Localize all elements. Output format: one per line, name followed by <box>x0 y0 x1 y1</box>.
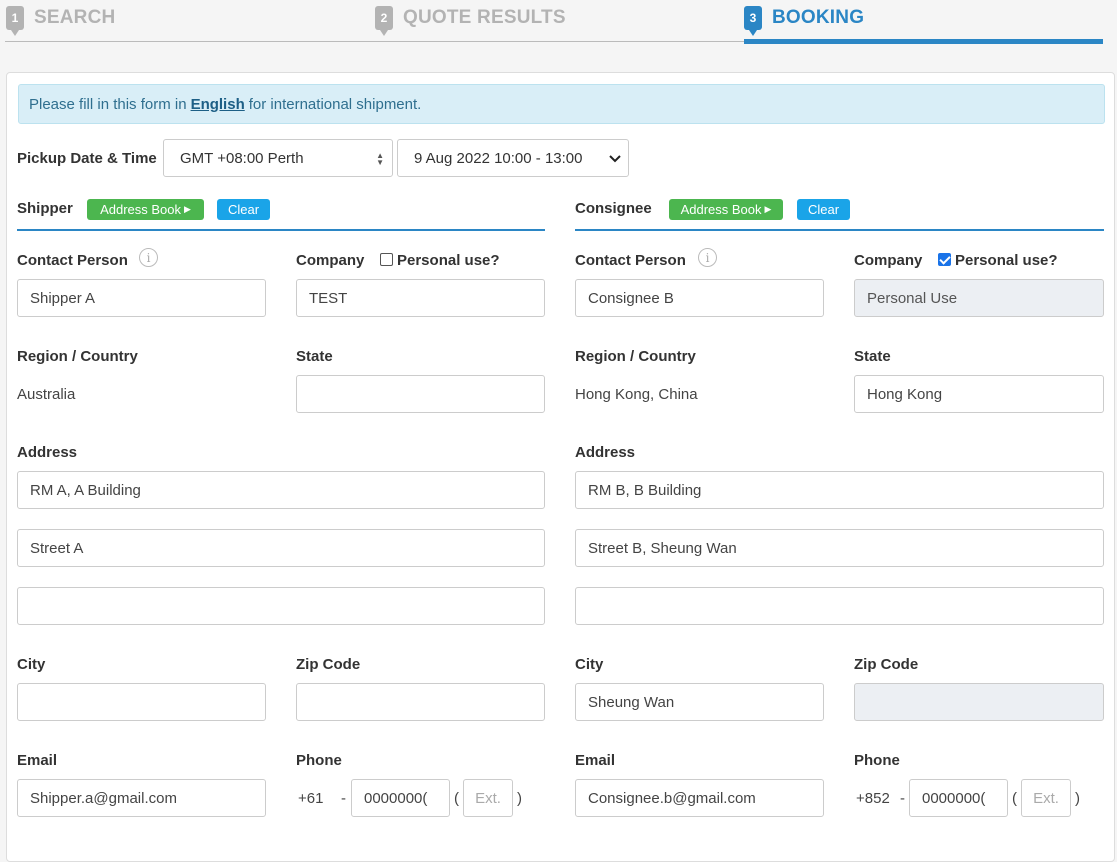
consignee-divider <box>575 229 1104 231</box>
consignee-phone-input[interactable]: 0000000( <box>909 779 1008 817</box>
consignee-personal-label: Personal use? <box>955 252 1058 269</box>
shipper-company-input[interactable]: TEST <box>296 279 545 317</box>
consignee-email-label: Email <box>575 752 616 769</box>
shipper-address-line1[interactable]: RM A, A Building <box>17 471 545 509</box>
consignee-state-label: State <box>854 348 891 365</box>
consignee-zip-label: Zip Code <box>854 656 919 673</box>
shipper-zip-label: Zip Code <box>296 656 361 673</box>
consignee-address-line3[interactable] <box>575 587 1104 625</box>
shipper-clear-button[interactable]: Clear <box>217 199 270 220</box>
step-label: BOOKING <box>772 7 865 28</box>
paren-open: ( <box>1012 790 1017 807</box>
paren-close: ) <box>517 790 522 807</box>
consignee-region-label: Region / Country <box>575 348 696 365</box>
consignee-personal-checkbox[interactable] <box>938 253 951 266</box>
shipper-title: Shipper <box>17 200 73 217</box>
notice-text-after: for international shipment. <box>248 95 422 113</box>
progress-steps: 1 SEARCH 2 QUOTE RESULTS 3 BOOKING <box>0 0 1117 60</box>
shipper-state-input[interactable] <box>296 375 545 413</box>
consignee-contact-input[interactable]: Consignee B <box>575 279 824 317</box>
step-number-badge: 2 <box>375 6 393 36</box>
shipper-personal-label: Personal use? <box>397 252 500 269</box>
shipper-divider <box>17 229 545 231</box>
consignee-contact-label: Contact Person <box>575 252 686 269</box>
consignee-clear-button[interactable]: Clear <box>797 199 850 220</box>
consignee-city-input[interactable]: Sheung Wan <box>575 683 824 721</box>
consignee-address-line1[interactable]: RM B, B Building <box>575 471 1104 509</box>
step-number-badge: 1 <box>6 6 24 36</box>
shipper-address-label: Address <box>17 444 78 461</box>
shipper-state-label: State <box>296 348 333 365</box>
pickup-label: Pickup Date & Time <box>17 150 157 167</box>
caret-right-icon: ▶ <box>184 204 191 214</box>
step-label: SEARCH <box>34 7 116 28</box>
consignee-zip-input <box>854 683 1104 721</box>
consignee-city-label: City <box>575 656 604 673</box>
step-booking[interactable]: 3 BOOKING <box>744 6 865 36</box>
shipper-email-label: Email <box>17 752 58 769</box>
shipper-phone-code: +61 <box>298 790 324 807</box>
pickup-slot-value: 9 Aug 2022 10:00 - 13:00 <box>414 149 583 167</box>
shipper-zip-input[interactable] <box>296 683 545 721</box>
shipper-address-book-button[interactable]: Address Book ▶ <box>87 199 204 220</box>
shipper-email-input[interactable]: Shipper.a@gmail.com <box>17 779 266 817</box>
caret-right-icon: ▶ <box>764 204 772 214</box>
shipper-city-label: City <box>17 656 46 673</box>
consignee-email-input[interactable]: Consignee.b@gmail.com <box>575 779 824 817</box>
shipper-contact-label: Contact Person <box>17 252 128 269</box>
shipper-address-line2[interactable]: Street A <box>17 529 545 567</box>
address-book-label: Address Book <box>100 202 181 217</box>
chevron-down-icon <box>609 155 621 163</box>
step-label: QUOTE RESULTS <box>403 7 566 28</box>
language-notice: Please fill in this form in English for … <box>18 84 1105 124</box>
shipper-city-input[interactable] <box>17 683 266 721</box>
address-book-label: Address Book <box>680 202 762 217</box>
booking-form: Please fill in this form in English for … <box>6 72 1115 862</box>
info-icon[interactable]: i <box>139 248 158 267</box>
consignee-company-label: Company <box>854 252 923 269</box>
consignee-state-input[interactable]: Hong Kong <box>854 375 1104 413</box>
step-quote-results[interactable]: 2 QUOTE RESULTS <box>375 6 566 36</box>
shipper-company-label: Company <box>296 252 365 269</box>
step-number-badge: 3 <box>744 6 762 36</box>
consignee-company-input: Personal Use <box>854 279 1104 317</box>
paren-open: ( <box>454 790 459 807</box>
phone-dash: - <box>341 790 346 807</box>
paren-close: ) <box>1075 790 1080 807</box>
shipper-region-value: Australia <box>17 386 76 403</box>
shipper-personal-checkbox[interactable] <box>380 253 393 266</box>
consignee-address-line2[interactable]: Street B, Sheung Wan <box>575 529 1104 567</box>
english-link[interactable]: English <box>191 96 245 113</box>
shipper-region-label: Region / Country <box>17 348 138 365</box>
info-icon[interactable]: i <box>698 248 717 267</box>
shipper-contact-input[interactable]: Shipper A <box>17 279 266 317</box>
shipper-ext-input[interactable]: Ext. <box>463 779 513 817</box>
consignee-address-book-button[interactable]: Address Book ▶ <box>669 199 783 220</box>
timezone-value: GMT +08:00 Perth <box>180 149 304 167</box>
notice-text-before: Please fill in this form in <box>29 95 187 113</box>
active-step-indicator <box>744 39 1103 44</box>
select-arrows-icon: ▲ ▼ <box>376 151 384 167</box>
consignee-region-value: Hong Kong, China <box>575 386 698 403</box>
consignee-phone-label: Phone <box>854 752 900 769</box>
consignee-title: Consignee <box>575 200 652 217</box>
shipper-address-line3[interactable] <box>17 587 545 625</box>
consignee-phone-code: +852 <box>856 790 890 807</box>
consignee-ext-input[interactable]: Ext. <box>1021 779 1071 817</box>
shipper-phone-label: Phone <box>296 752 342 769</box>
phone-dash: - <box>900 790 905 807</box>
consignee-address-label: Address <box>575 444 636 461</box>
step-search[interactable]: 1 SEARCH <box>6 6 116 36</box>
timezone-select[interactable]: GMT +08:00 Perth ▲ ▼ <box>163 139 393 177</box>
shipper-phone-input[interactable]: 0000000( <box>351 779 450 817</box>
pickup-slot-select[interactable]: 9 Aug 2022 10:00 - 13:00 <box>397 139 629 177</box>
